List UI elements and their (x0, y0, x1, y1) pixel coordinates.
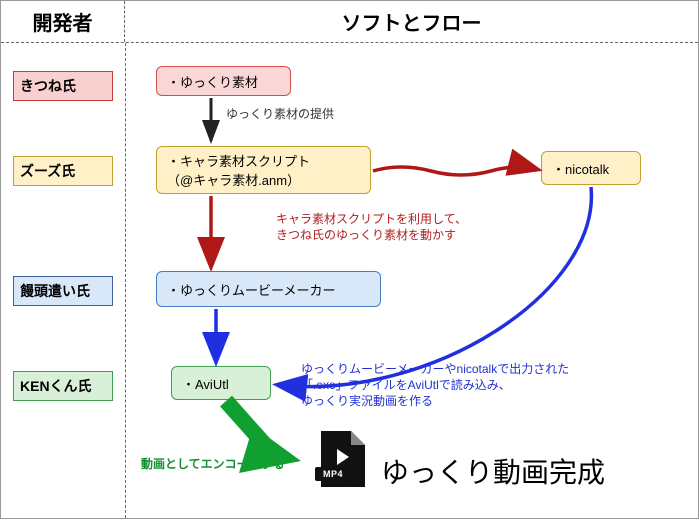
arrow-script-to-nicotalk (373, 167, 536, 175)
header-soft-flow: ソフトとフロー (125, 1, 698, 42)
header-developer: 開発者 (1, 1, 125, 42)
node-chara-script: ・キャラ素材スクリプト （@キャラ素材.anm） (156, 146, 371, 194)
final-output-label: ゆっくり動画完成 (381, 451, 605, 491)
developer-zuzu: ズーズ氏 (13, 156, 113, 186)
node-yukkuri-movie-maker: ・ゆっくりムービーメーカー (156, 271, 381, 307)
node-aviutl: ・AviUtl (171, 366, 271, 400)
annotation-aviutl-exo: ゆっくりムービーメーカーやnicotalkで出力された 「.exo」ファイルをA… (301, 361, 569, 410)
node-yukkuri-material: ・ゆっくり素材 (156, 66, 291, 96)
node-label: ・AviUtl (182, 374, 229, 393)
annotation-provide-material: ゆっくり素材の提供 (226, 106, 334, 122)
diagram-canvas: 開発者 ソフトとフロー きつね氏 ズーズ氏 饅頭遣い氏 KENくん氏 ・ゆっくり… (0, 0, 699, 519)
annotation-script-use: キャラ素材スクリプトを利用して、 きつね氏のゆっくり素材を動かす (276, 211, 467, 243)
annotation-line: ゆっくりムービーメーカーやnicotalkで出力された (301, 361, 569, 377)
node-label: ・ゆっくり素材 (167, 72, 258, 91)
node-label-line1: ・キャラ素材スクリプト (167, 151, 310, 170)
node-label: ・ゆっくりムービーメーカー (167, 280, 335, 299)
annotation-line: キャラ素材スクリプトを利用して、 (276, 211, 467, 227)
mp4-file-icon: MP4 (321, 431, 365, 487)
node-label: ・nicotalk (552, 159, 609, 178)
header-row: 開発者 ソフトとフロー (1, 1, 698, 43)
annotation-line: ゆっくり実況動画を作る (301, 393, 569, 409)
annotation-line: きつね氏のゆっくり素材を動かす (276, 227, 467, 243)
node-label-line2: （@キャラ素材.anm） (167, 170, 310, 189)
developer-manju: 饅頭遣い氏 (13, 276, 113, 306)
developer-ken: KENくん氏 (13, 371, 113, 401)
annotation-line: 「.exo」ファイルをAviUtlで読み込み、 (301, 377, 569, 393)
annotation-encode: 動画としてエンコードする (141, 456, 285, 472)
node-nicotalk: ・nicotalk (541, 151, 641, 185)
mp4-badge: MP4 (315, 467, 351, 481)
column-divider (125, 43, 126, 518)
developer-kitsune: きつね氏 (13, 71, 113, 101)
